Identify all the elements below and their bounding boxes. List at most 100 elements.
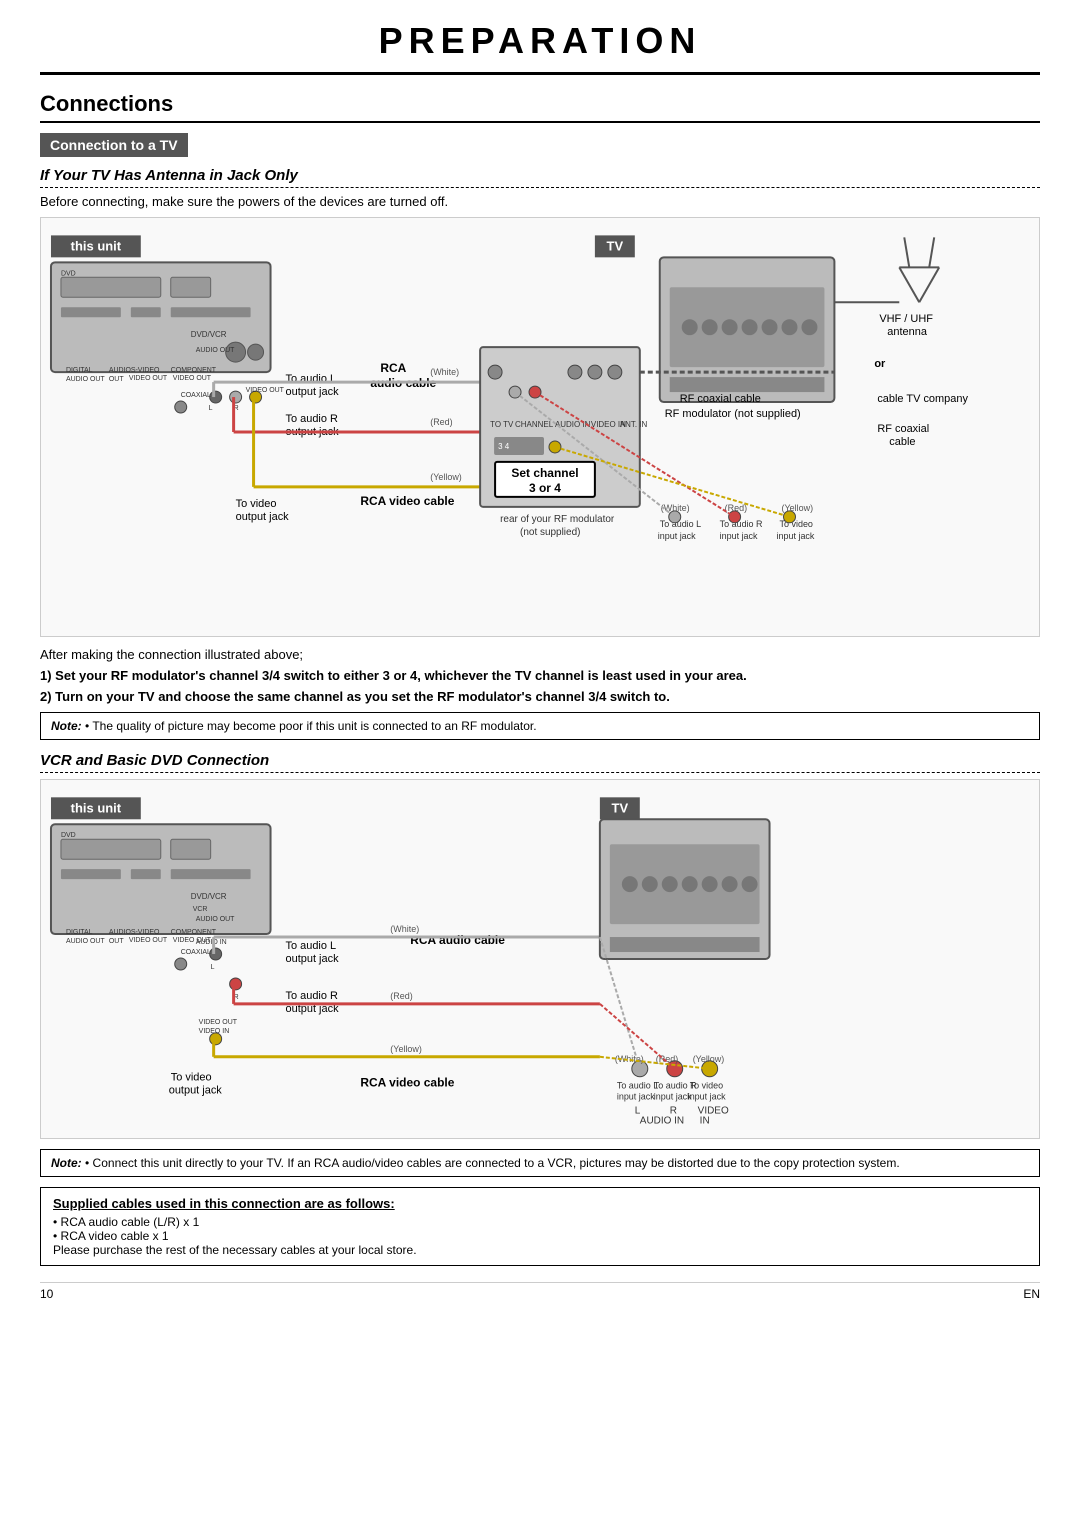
svg-text:VIDEO OUT: VIDEO OUT xyxy=(173,375,212,382)
supplied-item-1: • RCA video cable x 1 xyxy=(53,1229,1027,1243)
svg-text:AUDIO: AUDIO xyxy=(109,929,132,936)
svg-text:AUDIO IN: AUDIO IN xyxy=(640,1116,684,1127)
svg-text:AUDIO: AUDIO xyxy=(109,367,132,374)
svg-text:IN: IN xyxy=(700,1116,710,1127)
diagram2: this unit TV DVD DIGITAL AUDIO OUT AUDIO… xyxy=(40,779,1040,1139)
svg-text:DIGITAL: DIGITAL xyxy=(66,367,93,374)
svg-text:RF modulator (not supplied): RF modulator (not supplied) xyxy=(665,408,801,420)
svg-text:VIDEO OUT: VIDEO OUT xyxy=(129,937,168,944)
svg-text:3 4: 3 4 xyxy=(498,442,510,451)
svg-text:cable TV company: cable TV company xyxy=(877,393,968,405)
svg-text:To video: To video xyxy=(236,498,277,510)
supplied-box: Supplied cables used in this connection … xyxy=(40,1187,1040,1266)
subsection-bar: Connection to a TV xyxy=(40,133,188,157)
svg-text:(Yellow): (Yellow) xyxy=(430,472,462,482)
svg-text:DVD: DVD xyxy=(61,270,76,277)
svg-text:CHANNEL: CHANNEL xyxy=(515,420,554,429)
svg-text:COMPONENT: COMPONENT xyxy=(171,367,217,374)
svg-text:AUDIO OUT: AUDIO OUT xyxy=(66,376,105,383)
svg-text:DVD/VCR: DVD/VCR xyxy=(191,330,227,339)
svg-text:output jack: output jack xyxy=(286,953,340,965)
svg-text:output jack: output jack xyxy=(236,511,290,523)
svg-text:input jack: input jack xyxy=(688,1092,726,1102)
svg-text:COMPONENT: COMPONENT xyxy=(171,929,217,936)
note1-box: Note: • The quality of picture may becom… xyxy=(40,712,1040,740)
svg-text:output jack: output jack xyxy=(286,386,340,398)
svg-text:this unit: this unit xyxy=(71,800,122,815)
note1-label: Note: xyxy=(51,719,82,733)
diagram1: this unit TV DVD DIGITAL AUDIO OUT AUDIO… xyxy=(40,217,1040,637)
svg-text:To audio R: To audio R xyxy=(720,519,763,529)
svg-text:input jack: input jack xyxy=(720,531,758,541)
note2-text: • Connect this unit directly to your TV.… xyxy=(85,1156,900,1170)
diagram1-svg: this unit TV DVD DIGITAL AUDIO OUT AUDIO… xyxy=(41,218,1039,636)
page-title: PREPARATION xyxy=(40,20,1040,75)
svg-text:VCR: VCR xyxy=(193,906,208,913)
svg-text:(not supplied): (not supplied) xyxy=(520,527,580,538)
svg-text:RCA video cable: RCA video cable xyxy=(360,494,454,508)
svg-text:Set channel: Set channel xyxy=(511,466,578,480)
svg-text:RCA video cable: RCA video cable xyxy=(360,1076,454,1090)
section2-title: VCR and Basic DVD Connection xyxy=(40,752,1040,773)
svg-text:ANT. IN: ANT. IN xyxy=(620,420,648,429)
svg-text:3 or 4: 3 or 4 xyxy=(529,481,561,495)
after-connection-text: After making the connection illustrated … xyxy=(40,647,1040,662)
svg-text:RCA audio cable: RCA audio cable xyxy=(410,933,505,947)
svg-text:To video: To video xyxy=(171,1072,212,1084)
svg-text:RCA: RCA xyxy=(380,361,406,375)
svg-text:(White): (White) xyxy=(430,367,459,377)
svg-text:(White): (White) xyxy=(661,503,690,513)
svg-text:TV: TV xyxy=(612,800,629,815)
en-label: EN xyxy=(1023,1287,1040,1301)
svg-text:To audio R: To audio R xyxy=(286,990,339,1002)
svg-text:VHF / UHF: VHF / UHF xyxy=(879,313,933,325)
supplied-item-0: • RCA audio cable (L/R) x 1 xyxy=(53,1215,1027,1229)
svg-text:To audio R: To audio R xyxy=(286,413,339,425)
svg-text:COAXIAL: COAXIAL xyxy=(181,949,211,956)
svg-text:input jack: input jack xyxy=(658,531,696,541)
svg-text:(Yellow): (Yellow) xyxy=(390,1044,422,1054)
svg-text:rear of your RF modulator: rear of your RF modulator xyxy=(500,514,615,525)
svg-text:COAXIAL: COAXIAL xyxy=(181,392,211,399)
svg-text:(Red): (Red) xyxy=(390,991,412,1001)
svg-text:input jack: input jack xyxy=(617,1092,655,1102)
page-footer: 10 EN xyxy=(40,1282,1040,1301)
svg-text:VIDEO OUT: VIDEO OUT xyxy=(129,375,168,382)
svg-text:AUDIO OUT: AUDIO OUT xyxy=(66,938,105,945)
instruction1: 1) Set your RF modulator's channel 3/4 s… xyxy=(40,668,1040,683)
svg-text:TO TV: TO TV xyxy=(490,420,514,429)
svg-text:VIDEO IN: VIDEO IN xyxy=(199,1028,230,1035)
svg-text:RF coaxial: RF coaxial xyxy=(877,423,929,435)
svg-text:VIDEO OUT: VIDEO OUT xyxy=(199,1019,238,1026)
instruction2: 2) Turn on your TV and choose the same c… xyxy=(40,689,1040,704)
svg-text:(Yellow): (Yellow) xyxy=(693,1054,725,1064)
svg-text:this unit: this unit xyxy=(71,238,122,253)
svg-text:L: L xyxy=(209,405,213,412)
section1-title: If Your TV Has Antenna in Jack Only xyxy=(40,167,1040,188)
svg-text:To audio L: To audio L xyxy=(660,519,701,529)
page-number: 10 xyxy=(40,1287,53,1301)
svg-text:AUDIO OUT: AUDIO OUT xyxy=(196,916,235,923)
diagram2-svg: this unit TV DVD DIGITAL AUDIO OUT AUDIO… xyxy=(41,780,1039,1138)
svg-text:TV: TV xyxy=(607,238,624,253)
svg-text:DVD: DVD xyxy=(61,832,76,839)
svg-text:OUT: OUT xyxy=(109,938,124,945)
svg-text:To audio L: To audio L xyxy=(617,1081,658,1091)
note2-label: Note: xyxy=(51,1156,82,1170)
note1-text: • The quality of picture may become poor… xyxy=(85,719,537,733)
svg-text:(Yellow): (Yellow) xyxy=(782,503,814,513)
intro-text: Before connecting, make sure the powers … xyxy=(40,194,1040,209)
svg-text:(White): (White) xyxy=(390,924,419,934)
svg-text:AUDIO IN: AUDIO IN xyxy=(196,939,227,946)
svg-text:To video: To video xyxy=(690,1081,723,1091)
svg-text:(Red): (Red) xyxy=(725,503,747,513)
svg-text:OUT: OUT xyxy=(109,376,124,383)
svg-text:antenna: antenna xyxy=(887,326,928,338)
svg-text:DVD/VCR: DVD/VCR xyxy=(191,892,227,901)
svg-text:RF coaxial cable: RF coaxial cable xyxy=(680,393,761,405)
svg-text:input jack: input jack xyxy=(654,1092,692,1102)
svg-text:cable: cable xyxy=(889,436,915,448)
svg-text:AUDIO OUT: AUDIO OUT xyxy=(196,347,235,354)
svg-text:DIGITAL: DIGITAL xyxy=(66,929,93,936)
svg-text:S-VIDEO: S-VIDEO xyxy=(131,929,160,936)
